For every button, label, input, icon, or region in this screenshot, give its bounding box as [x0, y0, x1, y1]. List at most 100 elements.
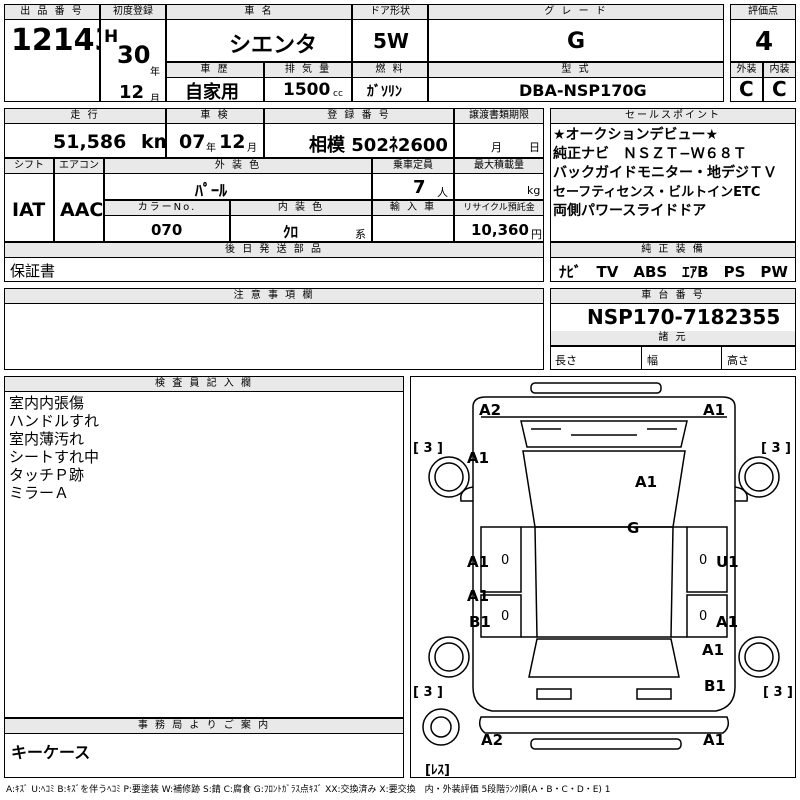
model: DBA-NSP170G	[519, 81, 647, 100]
grade-label: グ レ ー ド	[429, 5, 723, 20]
damage-mark: A1	[635, 473, 658, 491]
inspection-label: 車 検	[167, 109, 263, 124]
load-label: 最大積載量	[455, 159, 543, 174]
car-name-label: 車 名	[167, 5, 351, 20]
damage-mark: A1	[703, 401, 726, 419]
fuel: ｶﾞｿﾘﾝ	[367, 84, 402, 100]
legend-text: A:ｷｽﾞ U:ﾍｺﾐ B:ｷｽﾞを伴うﾍｺﾐ P:要塗装 W:補修跡 S:錆 …	[6, 785, 611, 795]
ac-label: エアコン	[55, 159, 103, 174]
inspector-note: 室内薄汚れ	[9, 430, 85, 448]
history-label: 車 歴	[167, 63, 263, 78]
mileage-box: 走 行 51,586 km	[4, 108, 166, 158]
shift: IAT	[12, 199, 46, 221]
damage-mark: A2	[479, 401, 502, 419]
chassis-label: 車 台 番 号	[551, 289, 795, 304]
reg-month: 12	[119, 82, 145, 102]
damage-mark: A1	[467, 553, 490, 571]
damage-mark: A1	[716, 613, 739, 631]
zero-mark: 0	[501, 553, 510, 568]
ext-grade-label: 外装	[731, 63, 762, 78]
fuel-box: 燃 料 ｶﾞｿﾘﾝ	[352, 62, 428, 102]
sales-point-item: 両側パワースライドドア	[553, 203, 707, 219]
score-box: 評価点 4	[730, 4, 796, 62]
door-label: ドア形状	[353, 5, 427, 20]
int-grade: C	[772, 77, 787, 101]
int-color: ｸﾛ	[283, 223, 299, 241]
inspection-year-unit: 年	[206, 143, 216, 154]
tire-depth-rl: [ 3 ]	[413, 685, 443, 700]
color-no-box: カラーNo. 070	[104, 200, 230, 242]
shift-label: シフト	[5, 159, 53, 174]
mileage-label: 走 行	[5, 109, 165, 124]
import-box: 輸 入 車	[372, 200, 454, 242]
grade: G	[567, 29, 586, 54]
damage-mark: B1	[704, 677, 726, 695]
genuine-equipment-box: 純 正 装 備 ﾅﾋﾞ TV ABS ｴｱB PS PW	[550, 242, 796, 282]
exterior-color: ﾊﾟｰﾙ	[195, 181, 228, 200]
transfer-label: 譲渡書類期限	[455, 109, 543, 124]
caution-box: 注 意 事 項 欄	[4, 288, 544, 370]
fuel-label: 燃 料	[353, 63, 427, 78]
tire-depth-rr: [ 3 ]	[763, 685, 793, 700]
damage-mark: A1	[703, 731, 726, 749]
ac-box: エアコン AAC	[54, 158, 104, 242]
spare-tire-mark: [ﾚｽ]	[425, 763, 450, 778]
first-registration-label: 初度登録	[101, 5, 165, 20]
divider	[641, 346, 642, 369]
score: 4	[755, 27, 774, 57]
office-label: 事 務 局 よ り ご 案 内	[5, 719, 403, 734]
tire-depth-fl: [ 3 ]	[413, 441, 443, 456]
transfer-day: 日	[529, 141, 540, 154]
inspection-month: 12	[219, 131, 246, 153]
displacement-label: 排 気 量	[265, 63, 351, 78]
sales-point-item: バックガイドモニター・地デジＴＶ	[553, 165, 777, 181]
first-registration-box: 初度登録 H 30 年 12 月	[100, 4, 166, 102]
int-grade-box: 内装 C	[763, 62, 796, 102]
load-box: 最大積載量 kg	[454, 158, 544, 200]
car-diagram: [ 3 ] [ 3 ] [ 3 ] [ 3 ] [ﾚｽ] A2 A1 A1 A1…	[410, 376, 796, 778]
car-name-box: 車 名 シエンタ	[166, 4, 352, 62]
model-box: 型 式 DBA-NSP170G	[428, 62, 724, 102]
sales-point-item: セーフティセンス・ビルトインETC	[553, 185, 761, 200]
inspection-year: 07	[179, 131, 206, 153]
displacement-box: 排 気 量 1500 cc	[264, 62, 352, 102]
door-type: 5W	[373, 29, 409, 53]
displacement: 1500	[283, 80, 331, 100]
mileage-unit: km	[141, 131, 165, 153]
recycle-fee: 10,360	[471, 221, 529, 239]
damage-mark: U1	[716, 553, 739, 571]
length-label: 長さ	[555, 354, 577, 367]
car-outline	[422, 382, 780, 750]
transfer-month: 月	[491, 141, 502, 154]
reg-month-unit: 月	[150, 94, 160, 102]
reg-year-unit: 年	[150, 67, 160, 78]
zero-mark: 0	[699, 609, 708, 624]
car-name: シエンタ	[229, 33, 318, 58]
recycle-box: リサイクル預託金 10,360 円	[454, 200, 544, 242]
color-no-label: カラーNo.	[105, 201, 229, 216]
inspector-note: ミラーＡ	[9, 484, 70, 502]
inspector-label: 検 査 員 記 入 欄	[5, 377, 403, 392]
int-color-box: 内 装 色 ｸﾛ 系	[230, 200, 372, 242]
plate-label: 登 録 番 号	[265, 109, 453, 124]
ext-grade: C	[739, 77, 754, 101]
color-box: 外 装 色 ﾊﾟｰﾙ	[104, 158, 372, 200]
mileage: 51,586	[53, 131, 127, 153]
later-parts-box: 後 日 発 送 部 品 保証書	[4, 242, 544, 282]
inspector-box: 検 査 員 記 入 欄 室内内張傷 ハンドルすれ 室内薄汚れ シートすれ中 タッ…	[4, 376, 404, 718]
chassis-box: 車 台 番 号 NSP170-7182355 諸 元 長さ 幅 高さ	[550, 288, 796, 370]
history-box: 車 歴 自家用	[166, 62, 264, 102]
lot-number: 12143	[11, 23, 99, 58]
sales-points-label: セールスポイント	[551, 109, 795, 124]
int-grade-label: 内装	[764, 63, 795, 78]
history: 自家用	[185, 82, 239, 102]
ext-grade-box: 外装 C	[730, 62, 763, 102]
plate-number: 相模 502ﾈ2600	[309, 135, 448, 156]
lot-number-label: 出 品 番 号	[5, 5, 99, 20]
reg-year: 30	[117, 41, 151, 69]
displacement-unit: cc	[333, 89, 343, 99]
capacity-box: 乗車定員 7 人	[372, 158, 454, 200]
height-label: 高さ	[727, 354, 749, 367]
int-color-unit: 系	[355, 228, 366, 241]
later-parts: 保証書	[10, 262, 56, 280]
